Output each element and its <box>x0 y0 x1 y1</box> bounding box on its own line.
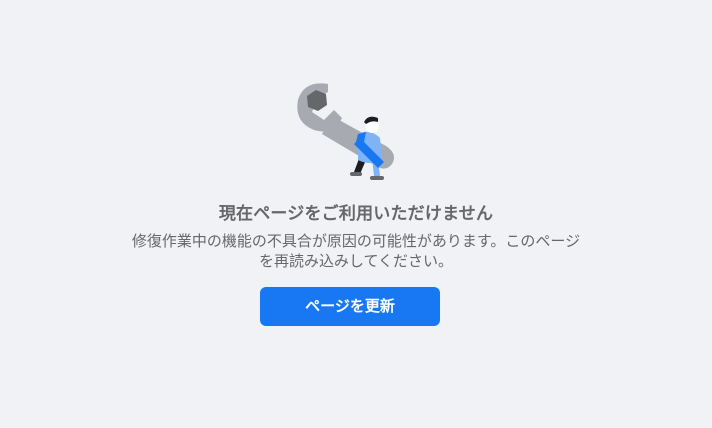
wrench-carrying-person-icon <box>297 83 394 180</box>
person-shoe-back <box>350 172 362 176</box>
error-title: 現在ページをご利用いただけません <box>218 204 494 224</box>
error-message: 修復作業中の機能の不具合が原因の可能性があります。このページを再読み込みしてくだ… <box>131 232 581 270</box>
reload-page-button[interactable]: ページを更新 <box>260 287 440 326</box>
error-page: 現在ページをご利用いただけません 修復作業中の機能の不具合が原因の可能性がありま… <box>0 0 712 428</box>
person-shoe-front <box>370 176 384 180</box>
